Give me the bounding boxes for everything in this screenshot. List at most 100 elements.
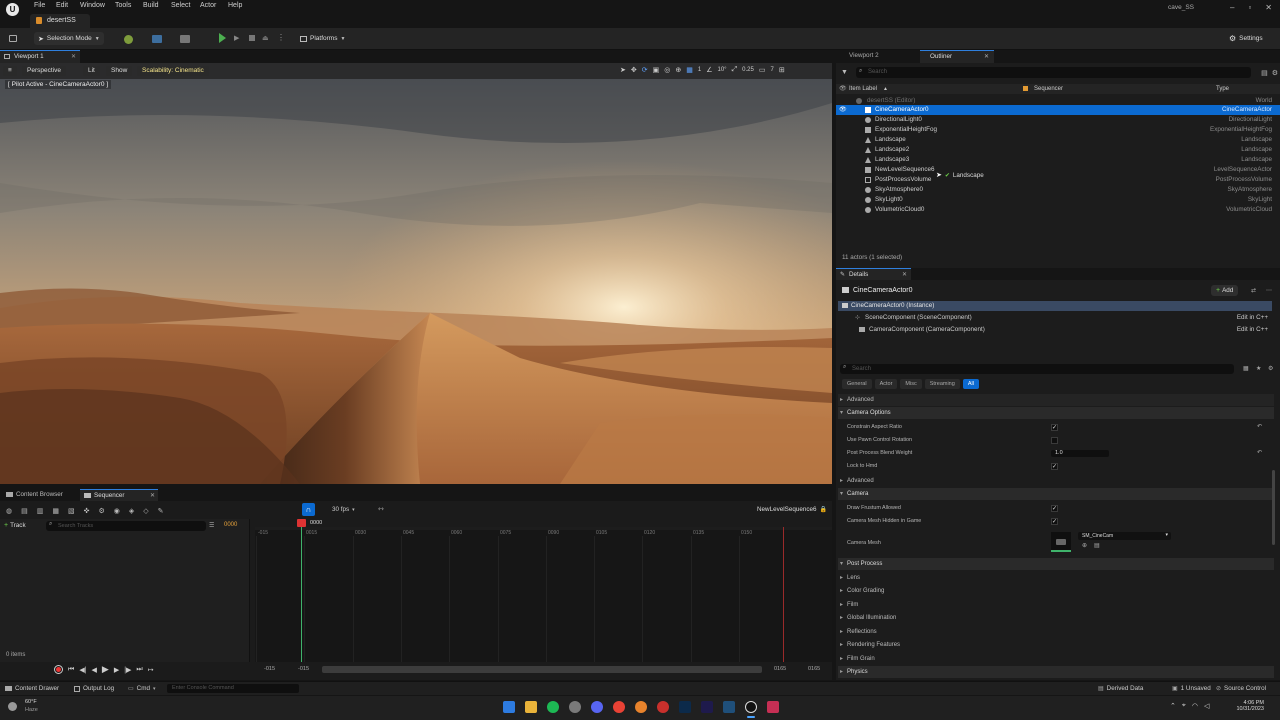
close-tab-icon[interactable]: ✕ [902, 271, 907, 278]
scale-snap-value[interactable]: 0.25 [742, 67, 754, 73]
section-rendering-features[interactable]: ▸ Rendering Features [838, 639, 1274, 651]
move-tool-icon[interactable]: ✥ [631, 66, 637, 74]
substance-icon[interactable] [767, 701, 779, 713]
render-movie-icon[interactable]: ▦ [52, 507, 59, 515]
menu-tools[interactable]: Tools [115, 2, 131, 9]
range-scrollbar[interactable] [322, 666, 762, 673]
location-icon[interactable]: ⌖ [1182, 702, 1186, 710]
volume-icon[interactable]: ◁ [1204, 702, 1209, 710]
menu-icon[interactable]: ⋯ [1266, 287, 1272, 294]
use-selected-icon[interactable]: ▤ [1094, 542, 1100, 549]
tab-viewport-2[interactable]: Viewport 2 [840, 52, 879, 59]
visibility-icon[interactable]: 👁 [839, 106, 847, 113]
outliner-row-skylight[interactable]: SkyLight0 SkyLight [836, 195, 1280, 205]
jump-end-icon[interactable]: ⏭ [136, 666, 142, 674]
section-color-grading[interactable]: ▸ Color Grading [838, 585, 1274, 597]
eject-icon[interactable]: ⏏ [262, 34, 269, 42]
grid-snap-icon[interactable]: ▦ [686, 66, 693, 74]
item-label-column[interactable]: Item Label [849, 86, 877, 92]
clock[interactable]: 4:06 PM 10/31/2023 [1230, 700, 1264, 712]
rotation-snap-value[interactable]: 10° [717, 67, 726, 73]
save-icon[interactable]: ▤ [21, 507, 28, 515]
playback-range-icon[interactable]: ⇿ [378, 505, 384, 513]
unreal-logo-icon[interactable]: U [6, 3, 19, 16]
property-matrix-icon[interactable]: ▦ [1243, 365, 1249, 372]
section-post-process[interactable]: ▾ Post Process [838, 558, 1274, 570]
fps-dropdown[interactable]: 30 fps ▾ [332, 506, 355, 513]
project-tab[interactable]: desertSS [30, 14, 90, 28]
section-advanced[interactable]: ▸ Advanced [838, 394, 1274, 406]
outliner-row-skyatmosphere[interactable]: SkyAtmosphere0 SkyAtmosphere [836, 185, 1280, 195]
tab-content-browser[interactable]: Content Browser [2, 489, 80, 501]
filter-misc[interactable]: Misc [900, 379, 922, 389]
view-range-start[interactable]: -015 [264, 666, 275, 672]
surface-snap-icon[interactable]: ⊕ [675, 66, 681, 74]
type-column[interactable]: Type [1216, 86, 1229, 92]
playhead-handle[interactable] [297, 519, 306, 527]
console-input[interactable]: Enter Console Command [167, 684, 299, 693]
step-forward-key-icon[interactable]: |▶ [124, 666, 131, 674]
camera-speed-icon[interactable]: ▭ [759, 66, 766, 74]
maximize-icon[interactable]: ▫ [1248, 3, 1251, 12]
use-pawn-checkbox[interactable] [1051, 437, 1058, 444]
outliner-row-directionallight[interactable]: DirectionalLight0 DirectionalLight [836, 115, 1280, 125]
world-icon[interactable]: ◍ [6, 507, 12, 515]
section-advanced-2[interactable]: ▸ Advanced [838, 475, 1274, 487]
details-scrollbar[interactable] [1272, 470, 1275, 545]
file-explorer-icon[interactable] [525, 701, 537, 713]
filter-actor[interactable]: Actor [874, 379, 898, 389]
blender-icon[interactable] [635, 701, 647, 713]
track-area[interactable] [255, 530, 832, 662]
outliner-row-volumetriccloud[interactable]: VolumetricCloud0 VolumetricCloud [836, 205, 1280, 215]
camera-speed-value[interactable]: 7 [770, 67, 773, 73]
minimize-icon[interactable]: – [1230, 3, 1234, 12]
loop-icon[interactable]: ↦ [148, 666, 154, 674]
filter-general[interactable]: General [842, 379, 872, 389]
wifi-icon[interactable]: ◠ [1192, 702, 1198, 710]
after-effects-icon[interactable] [723, 701, 735, 713]
add-track-button[interactable]: + Track [4, 522, 26, 529]
section-reflections[interactable]: ▸ Reflections [838, 626, 1274, 638]
key-interp-icon[interactable]: ◇ [143, 507, 148, 515]
mesh-thumbnail[interactable] [1051, 532, 1071, 552]
visibility-column-icon[interactable]: 👁 [839, 85, 847, 92]
rotation-snap-icon[interactable]: ∠ [706, 66, 712, 74]
unsaved-button[interactable]: ▣ 1 Unsaved [1172, 685, 1211, 692]
add-folder-icon[interactable]: ▤ [1261, 69, 1268, 77]
record-icon[interactable] [54, 665, 63, 674]
menu-help[interactable]: Help [228, 2, 242, 9]
section-camera[interactable]: ▾ Camera [838, 488, 1274, 500]
section-film[interactable]: ▸ Film [838, 599, 1274, 611]
derived-data-button[interactable]: ▤ Derived Data [1098, 685, 1143, 692]
lock-hmd-checkbox[interactable]: ✓ [1051, 463, 1058, 470]
camera-cut-icon[interactable]: ▧ [68, 507, 75, 515]
view-options-icon[interactable]: ◉ [114, 507, 120, 515]
output-log-button[interactable]: Output Log [74, 685, 114, 692]
section-lens[interactable]: ▸ Lens [838, 572, 1274, 584]
add-content-icon[interactable] [124, 35, 133, 44]
photoshop-icon[interactable] [679, 701, 691, 713]
section-film-grain[interactable]: ▸ Film Grain [838, 653, 1274, 665]
edit-in-cpp-link[interactable]: Edit in C++ [1237, 326, 1268, 333]
blend-weight-slider[interactable]: 1.0 [1051, 450, 1109, 457]
menu-file[interactable]: File [34, 2, 45, 9]
filter-icon[interactable]: ▼ [841, 69, 848, 76]
level-viewport[interactable]: [ Pilot Active - CineCameraActor0 ] [0, 63, 832, 484]
play-icon[interactable]: ▶ [102, 664, 109, 675]
maximize-viewport-icon[interactable]: ⊞ [779, 66, 785, 74]
content-drawer-button[interactable]: Content Drawer [5, 685, 59, 692]
filter-streaming[interactable]: Streaming [924, 379, 960, 389]
show-button[interactable]: Show [106, 66, 133, 76]
menu-edit[interactable]: Edit [56, 2, 68, 9]
spotify-icon[interactable] [547, 701, 559, 713]
stop-icon[interactable] [249, 35, 255, 41]
section-physics[interactable]: ▸ Physics [838, 666, 1274, 678]
outliner-row-cinecamera[interactable]: 👁 CineCameraActor0 CineCameraActor [836, 105, 1280, 115]
scalability-warning[interactable]: Scalability: Cinematic [137, 66, 209, 76]
platforms-button[interactable]: Platforms ▼ [300, 32, 345, 45]
component-row-scene[interactable]: ⊹ SceneComponent (SceneComponent) Edit i… [838, 313, 1272, 323]
snap-toggle-button[interactable]: ∩ [302, 503, 315, 516]
tab-viewport-1[interactable]: Viewport 1 ✕ [0, 50, 80, 63]
playback-options-icon[interactable]: ⚙ [98, 507, 104, 515]
obs-icon[interactable] [569, 701, 581, 713]
